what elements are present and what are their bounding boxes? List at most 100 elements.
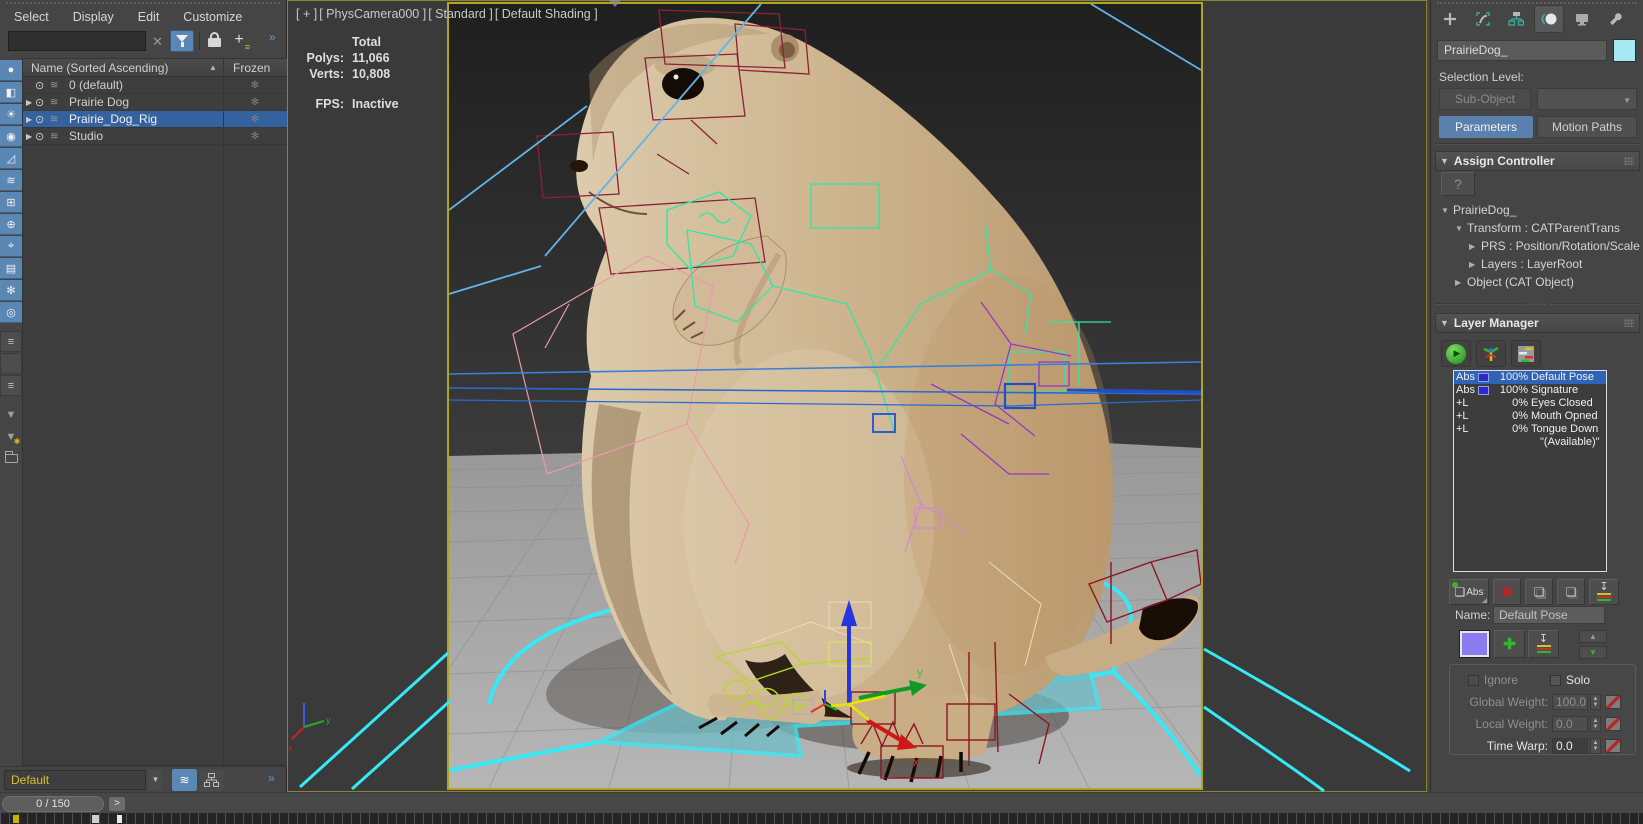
weight-curve-button[interactable]	[1605, 739, 1621, 753]
folder-icon[interactable]	[0, 448, 22, 469]
local-weight-field[interactable]: 0.0	[1552, 716, 1588, 732]
keyframe-marker[interactable]	[92, 815, 99, 823]
explorer-preset-combo[interactable]: Default	[4, 770, 146, 790]
menu-customize[interactable]: Customize	[183, 10, 242, 28]
visibility-eye-icon[interactable]: ⊙	[35, 96, 50, 109]
controller-tree-item[interactable]: ▼ Transform : CATParentTrans	[1455, 220, 1620, 236]
name-column-header[interactable]: Name (Sorted Ascending)	[31, 61, 168, 75]
delete-layer-button[interactable]: ✖	[1493, 579, 1521, 605]
search-input[interactable]	[8, 31, 146, 51]
layer-name-field[interactable]: Default Pose	[1493, 606, 1605, 624]
lock-button[interactable]	[204, 32, 224, 51]
layer-color-swatch[interactable]	[1459, 630, 1490, 658]
spinner[interactable]: ▲▼	[1590, 694, 1601, 710]
show-geometry-icon[interactable]: ●	[0, 60, 22, 81]
sub-object-dropdown[interactable]: ▼	[1537, 88, 1637, 110]
show-lights-icon[interactable]: ☀	[0, 104, 22, 125]
filter-button[interactable]	[170, 30, 194, 52]
show-frozen-icon[interactable]: ✻	[0, 280, 22, 301]
motion-paths-button[interactable]: Motion Paths	[1537, 116, 1637, 138]
global-weight-field[interactable]: 100.0	[1552, 694, 1588, 710]
expand-arrow-icon[interactable]: ▶	[23, 115, 35, 124]
show-xrefs-icon[interactable]: ⊕	[0, 214, 22, 235]
blank-view-icon[interactable]	[0, 353, 22, 374]
solo-checkbox[interactable]: Solo	[1550, 673, 1590, 687]
table-row[interactable]: ▶ ⊙ ≋ Prairie Dog ✻	[23, 94, 287, 111]
table-row[interactable]: ▶ ⊙ ≋ Studio ✻	[23, 128, 287, 145]
move-layer-down-button[interactable]: ▼	[1579, 646, 1607, 659]
viewport-general-menu[interactable]: [ + ]	[296, 7, 317, 21]
tab-hierarchy[interactable]	[1501, 5, 1531, 33]
footer-overflow-chevron[interactable]: »	[268, 771, 274, 785]
layer-row-available[interactable]: "(Available)"	[1454, 436, 1606, 449]
layer-row[interactable]: Abs 100% Signature	[1454, 384, 1606, 397]
add-selection-set-button[interactable]: + ≡	[228, 30, 250, 52]
detail-view-icon[interactable]: ≡	[0, 375, 22, 396]
paste-layer-button[interactable]: ❏	[1557, 579, 1585, 605]
frozen-toggle-icon[interactable]: ✻	[223, 131, 287, 142]
table-header[interactable]: Name (Sorted Ascending) ▲ Frozen	[23, 59, 287, 77]
controller-tree-item[interactable]: ▼ PrairieDog_	[1441, 202, 1516, 218]
filter-funnel-icon[interactable]: ▼	[0, 404, 22, 425]
viewport-shading-menu[interactable]: [ Default Shading ]	[495, 7, 598, 21]
drag-grip-icon[interactable]	[1624, 157, 1634, 165]
spinner[interactable]: ▲▼	[1590, 738, 1601, 754]
cat-rig-button[interactable]	[1476, 340, 1506, 367]
layer-list-button[interactable]	[1511, 340, 1541, 367]
controller-tree-item[interactable]: ▶ PRS : Position/Rotation/Scale	[1469, 238, 1640, 254]
visibility-eye-icon[interactable]: ⊙	[35, 113, 50, 126]
spinner[interactable]: ▲▼	[1590, 716, 1601, 732]
show-hidden-icon[interactable]: ◎	[0, 302, 22, 323]
frozen-toggle-icon[interactable]: ✻	[223, 97, 287, 108]
layer-row[interactable]: +L 0% Eyes Closed	[1454, 397, 1606, 410]
show-bones-icon[interactable]: ⌖	[0, 236, 22, 257]
table-empty-area[interactable]	[23, 145, 287, 764]
show-groups-icon[interactable]: ⊞	[0, 192, 22, 213]
next-frame-button[interactable]: >	[109, 797, 125, 811]
layer-row-selected[interactable]: Abs 100% Default Pose	[1454, 371, 1606, 384]
keyframe-marker[interactable]	[13, 815, 19, 823]
menu-select[interactable]: Select	[14, 10, 49, 28]
frozen-toggle-icon[interactable]: ✻	[223, 114, 287, 125]
sub-object-button[interactable]: Sub-Object	[1439, 88, 1531, 110]
ignore-checkbox[interactable]: Ignore	[1468, 673, 1518, 687]
tab-motion[interactable]	[1534, 5, 1564, 33]
add-abs-layer-button[interactable]: ❏ Abs	[1449, 579, 1489, 605]
frozen-column-header[interactable]: Frozen	[233, 61, 270, 75]
preset-dropdown-arrow[interactable]: ▼	[148, 770, 163, 790]
table-row[interactable]: ⊙ ≋ 0 (default) ✻	[23, 77, 287, 94]
keyframe-marker[interactable]	[117, 815, 122, 823]
controller-tree-item[interactable]: ▶ Object (CAT Object)	[1455, 274, 1574, 290]
assign-controller-button[interactable]: ?	[1441, 172, 1475, 196]
move-layer-up-button[interactable]: ▲	[1579, 630, 1607, 643]
expand-arrow-icon[interactable]: ▶	[23, 132, 35, 141]
layer-row[interactable]: +L 0% Mouth Opned	[1454, 410, 1606, 423]
viewport[interactable]: y x	[287, 0, 1427, 792]
time-slider-frame-indicator[interactable]: 0 / 150	[2, 796, 104, 812]
controller-tree-item[interactable]: ▶ Layers : LayerRoot	[1469, 256, 1582, 272]
per-view-filter-icon[interactable]	[608, 7, 622, 21]
collapse-layers-button[interactable]: ↧	[1589, 579, 1619, 605]
object-color-swatch[interactable]	[1613, 39, 1636, 62]
tab-utilities[interactable]	[1600, 5, 1630, 33]
assign-controller-rollout-header[interactable]: ▼ Assign Controller	[1435, 151, 1640, 171]
show-helpers-icon[interactable]: ◿	[0, 148, 22, 169]
frozen-toggle-icon[interactable]: ✻	[223, 80, 287, 91]
object-name-field[interactable]: PrairieDog_	[1437, 40, 1607, 61]
sort-by-hierarchy-button[interactable]	[199, 769, 224, 791]
tab-modify[interactable]	[1468, 5, 1498, 33]
layer-row[interactable]: +L 0% Tongue Down	[1454, 423, 1606, 436]
viewport-pov-menu[interactable]: [ PhysCamera000 ]	[319, 7, 426, 21]
sort-by-layer-button[interactable]: ≋	[172, 769, 197, 791]
show-spacewarps-icon[interactable]: ≋	[0, 170, 22, 191]
clear-search-icon[interactable]: ✕	[152, 34, 163, 50]
layer-transform-gizmo-button[interactable]: ✚	[1494, 630, 1525, 658]
weight-curve-button[interactable]	[1605, 695, 1621, 709]
track-bar[interactable]	[0, 813, 1643, 824]
copy-layer-button[interactable]: ❏	[1525, 579, 1553, 605]
tab-display[interactable]	[1567, 5, 1597, 33]
menu-edit[interactable]: Edit	[138, 10, 160, 28]
show-containers-icon[interactable]: ▤	[0, 258, 22, 279]
filter-config-icon[interactable]: ▼✱	[0, 426, 22, 447]
animation-layer-list[interactable]: Abs 100% Default Pose Abs 100% Signature…	[1453, 370, 1607, 572]
